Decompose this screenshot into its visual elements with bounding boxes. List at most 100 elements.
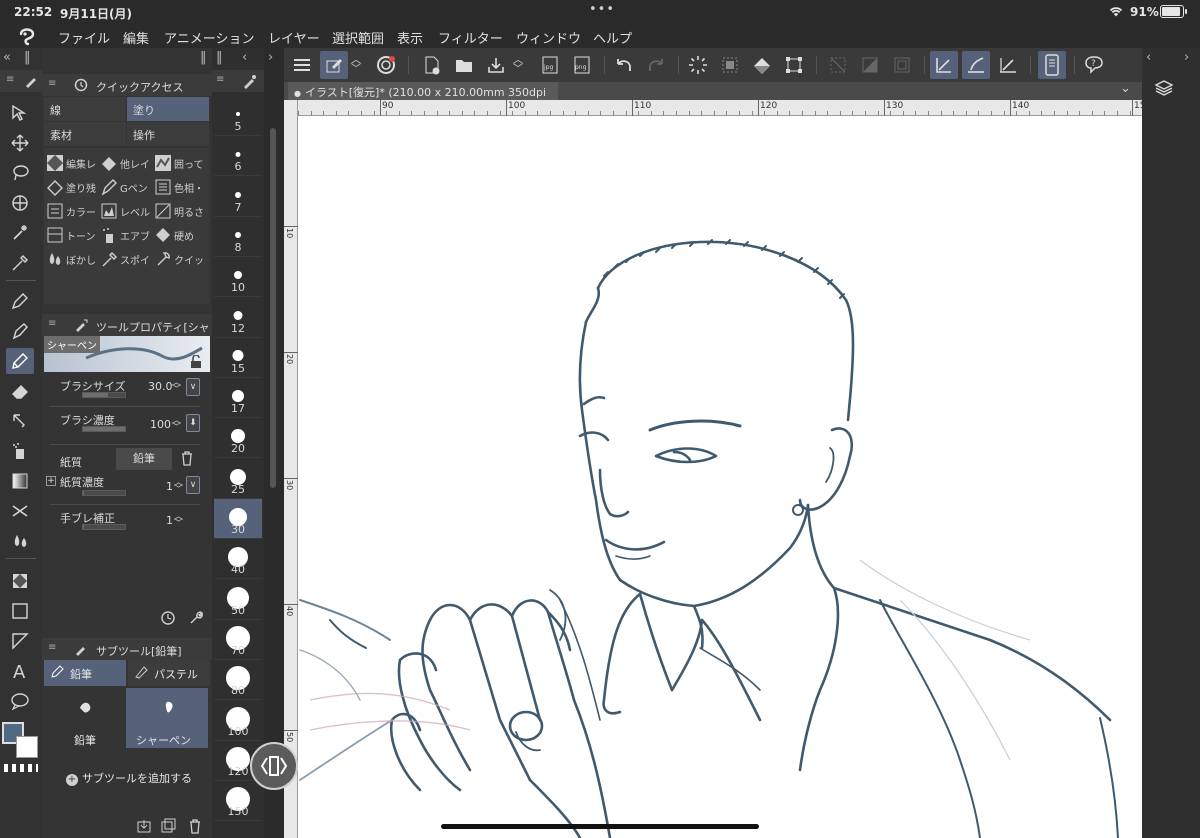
brush-size-item[interactable]: 17 xyxy=(214,378,262,419)
collapse-left-icon[interactable]: ‹ xyxy=(1146,50,1151,65)
scrollbar-thumb[interactable] xyxy=(270,128,276,488)
qa-item[interactable]: 色相・ xyxy=(154,176,206,198)
undo-icon[interactable] xyxy=(610,51,638,79)
menu-lines-icon[interactable]: ≡ xyxy=(48,78,56,89)
menu-view[interactable]: 表示 xyxy=(397,28,423,47)
open-folder-icon[interactable] xyxy=(450,51,478,79)
redo-icon[interactable] xyxy=(642,51,670,79)
stabilization-slider[interactable] xyxy=(82,524,126,530)
qa-item[interactable]: トーン xyxy=(46,224,98,246)
g-pen-tool-icon[interactable] xyxy=(6,318,34,344)
brush-size-spinner[interactable]: ︿ ﹀ xyxy=(172,379,181,395)
app-logo-icon[interactable] xyxy=(16,25,38,47)
help-icon[interactable]: ? xyxy=(1080,51,1108,79)
menu-layer[interactable]: レイヤー xyxy=(268,28,320,47)
operation-tool-icon[interactable] xyxy=(6,100,34,126)
brush-size-item[interactable]: 80 xyxy=(214,660,262,701)
balloon-tool-icon[interactable] xyxy=(6,688,34,714)
qa-tab-operation[interactable]: 操作 xyxy=(127,122,209,146)
pencil-tool-icon[interactable] xyxy=(6,348,34,374)
add-subtool-button[interactable]: + サブツールを追加する xyxy=(66,770,192,786)
qa-item[interactable]: カラー xyxy=(46,200,98,222)
multitask-dots[interactable]: ••• xyxy=(589,2,615,17)
paper-texture-button[interactable]: 鉛筆 xyxy=(116,448,172,470)
delete-subtool-icon[interactable] xyxy=(188,818,202,838)
snap-ruler-icon[interactable] xyxy=(930,51,958,79)
qa-tab-material[interactable]: 素材 xyxy=(44,122,126,146)
text-tool-icon[interactable]: A xyxy=(6,658,34,684)
menu-lines-icon[interactable]: ≡ xyxy=(6,74,14,85)
brush-size-item[interactable]: 20 xyxy=(214,418,262,459)
brush-density-value[interactable]: 100 xyxy=(150,418,171,431)
brush-size-slider[interactable] xyxy=(82,392,126,398)
brush-size-item[interactable]: 30 xyxy=(214,499,262,539)
brush-size-item[interactable]: 6 xyxy=(214,136,262,177)
updown-icon[interactable]: ︿ ﹀ xyxy=(348,51,364,79)
qa-item[interactable]: 他レイ xyxy=(100,152,152,174)
menu-edit[interactable]: 編集 xyxy=(123,28,149,47)
hamburger-menu-icon[interactable] xyxy=(288,51,316,79)
brush-size-item[interactable]: 50 xyxy=(214,580,262,620)
gradient-tool-icon[interactable] xyxy=(6,468,34,494)
frame-tool-icon[interactable] xyxy=(6,628,34,654)
rectangle-tool-icon[interactable] xyxy=(6,598,34,624)
clear-outside-icon[interactable] xyxy=(716,51,744,79)
qa-tab-fill[interactable]: 塗り xyxy=(127,97,209,121)
qa-tab-line[interactable]: 線 xyxy=(44,97,126,121)
move-tool-icon[interactable] xyxy=(6,130,34,156)
subtool-item-pencil[interactable]: 鉛筆 xyxy=(44,688,124,748)
fill-tool-icon[interactable] xyxy=(6,528,34,554)
menu-help[interactable]: ヘルプ xyxy=(593,28,632,47)
layers-icon[interactable] xyxy=(1154,78,1174,102)
smartphone-icon[interactable] xyxy=(1038,51,1066,79)
subtool-group-pastel[interactable]: パステル xyxy=(128,660,210,686)
qa-item[interactable]: レベル xyxy=(100,200,152,222)
brush-density-spinner[interactable]: ︿ ﹀ xyxy=(172,417,181,433)
lock-icon[interactable] xyxy=(190,354,202,373)
brush-size-item[interactable]: 7 xyxy=(214,177,262,217)
brush-size-item[interactable]: 150 xyxy=(214,781,262,822)
eyedropper-tool-icon[interactable] xyxy=(6,250,34,276)
export-png-icon[interactable]: png xyxy=(568,51,596,79)
qa-item[interactable]: 編集レ xyxy=(46,152,98,174)
brush-size-item[interactable]: 10 xyxy=(214,257,262,298)
document-tab[interactable]: ●イラスト[復元]* (210.00 x 210.00mm 350dpi 179… xyxy=(288,82,558,113)
qa-item[interactable]: スポイ xyxy=(100,248,152,270)
trash-icon[interactable] xyxy=(180,450,194,469)
drawing-canvas[interactable] xyxy=(298,116,1142,838)
invert-selection-icon[interactable] xyxy=(856,51,884,79)
menu-lines-icon[interactable]: ≡ xyxy=(48,318,56,329)
brush-size-item[interactable]: 8 xyxy=(214,217,262,257)
pen-tool-icon[interactable] xyxy=(6,288,34,314)
home-indicator[interactable] xyxy=(441,824,759,829)
qa-item[interactable]: 明るさ xyxy=(154,200,206,222)
airbrush-tool-icon[interactable] xyxy=(6,438,34,464)
stabilization-spinner[interactable]: ︿ ﹀ xyxy=(174,513,183,529)
lasso-tool-icon[interactable] xyxy=(6,160,34,186)
qa-item[interactable]: 塗り残 xyxy=(46,176,98,198)
sub-color-swatch[interactable] xyxy=(16,736,38,758)
paper-density-pressure-button[interactable]: ∨ xyxy=(186,476,200,494)
qa-item[interactable]: 硬め xyxy=(154,224,206,246)
blend-tool-icon[interactable] xyxy=(6,408,34,434)
qa-item[interactable]: エアブ xyxy=(100,224,152,246)
brush-size-item[interactable]: 5 xyxy=(214,96,262,136)
paper-density-slider[interactable] xyxy=(82,490,126,496)
brush-density-slider[interactable] xyxy=(82,426,126,432)
save-icon[interactable] xyxy=(482,51,510,79)
brush-size-item[interactable]: 100 xyxy=(214,701,262,741)
grid-select-tool-icon[interactable] xyxy=(6,190,34,216)
collapse-right-icon[interactable]: › xyxy=(1184,50,1189,65)
paper-density-value[interactable]: 1 xyxy=(166,480,173,493)
paper-density-spinner[interactable]: ︿ ﹀ xyxy=(174,479,183,495)
qa-item[interactable]: クイッ xyxy=(154,248,206,270)
eraser-tool-icon[interactable] xyxy=(6,378,34,404)
qa-item[interactable]: ぼかし xyxy=(46,248,98,270)
brush-size-item[interactable]: 25 xyxy=(214,459,262,499)
brush-size-item[interactable]: 70 xyxy=(214,620,262,660)
panel-resize-handle[interactable] xyxy=(250,742,298,790)
snap-special-ruler-icon[interactable] xyxy=(962,51,990,79)
collapse-right-icon[interactable]: › xyxy=(268,50,273,65)
menu-lines-icon[interactable]: ≡ xyxy=(48,642,56,653)
updown-icon[interactable]: ︿ ﹀ xyxy=(510,51,526,79)
